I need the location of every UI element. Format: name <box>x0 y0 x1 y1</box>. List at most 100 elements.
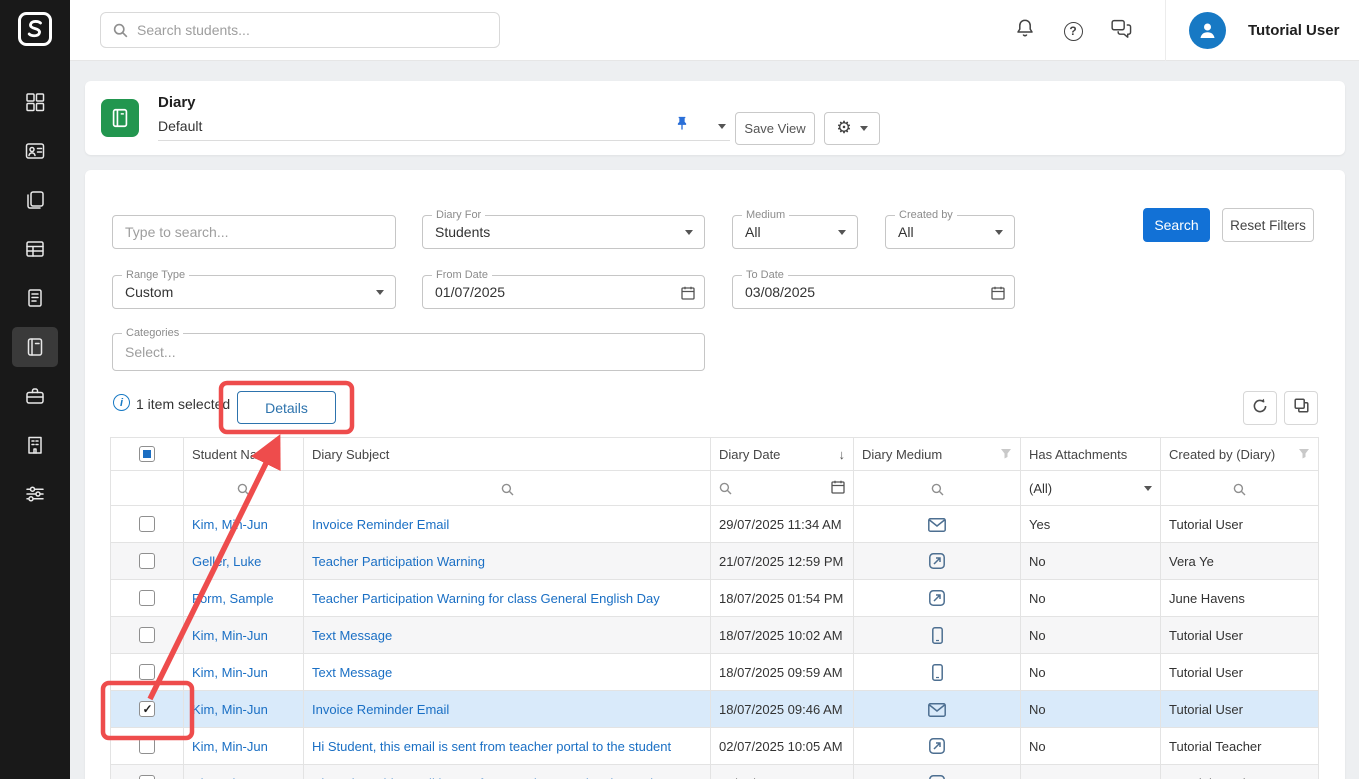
table-row[interactable]: Kim, Min-Jun Hi Student, this email is s… <box>111 728 1319 765</box>
filter-subject-cell[interactable] <box>304 471 711 506</box>
reset-filters-button[interactable]: Reset Filters <box>1222 208 1314 242</box>
sidebar-item-documents[interactable] <box>0 178 70 222</box>
diary-date-cell: 02/07/2025 09:56 AM <box>711 765 854 779</box>
sidebar-item-dashboard[interactable] <box>0 80 70 124</box>
portal-icon <box>929 738 945 754</box>
filter-date-cell[interactable] <box>711 471 854 506</box>
envelope-icon <box>928 518 946 532</box>
diary-subject-link[interactable]: Text Message <box>312 665 392 680</box>
pin-view-button[interactable] <box>674 115 690 137</box>
search-icon <box>113 23 128 38</box>
row-checkbox[interactable] <box>139 590 155 606</box>
sidebar-item-diary[interactable] <box>0 325 70 369</box>
diary-subject-link[interactable]: Invoice Reminder Email <box>312 702 449 717</box>
row-checkbox[interactable] <box>139 738 155 754</box>
sidebar-item-timetable[interactable] <box>0 227 70 271</box>
diary-subject-link[interactable]: Teacher Participation Warning <box>312 554 485 569</box>
row-checkbox[interactable] <box>139 775 155 779</box>
created-by-select[interactable]: Created by All <box>885 215 1015 249</box>
sort-descending-icon[interactable] <box>839 447 846 462</box>
diary-date-cell: 18/07/2025 01:54 PM <box>711 580 854 617</box>
details-button[interactable]: Details <box>237 391 336 424</box>
filter-keyword-input[interactable] <box>112 215 396 249</box>
export-copy-button[interactable] <box>1284 391 1318 425</box>
messages-button[interactable] <box>1106 16 1136 46</box>
diary-date-cell: 18/07/2025 09:59 AM <box>711 654 854 691</box>
filter-funnel-icon[interactable] <box>1298 447 1310 462</box>
diary-medium-cell <box>854 691 1021 728</box>
student-name-cell: Form, Sample <box>184 580 304 617</box>
calendar-icon[interactable] <box>991 286 1005 305</box>
to-date-input[interactable]: To Date 03/08/2025 <box>732 275 1015 309</box>
portal-icon <box>929 775 945 779</box>
calendar-icon[interactable] <box>681 286 695 305</box>
diary-subject-link[interactable]: Hi Student, this email is sent from teac… <box>312 739 671 754</box>
search-icon <box>931 483 944 496</box>
filter-attachments-select[interactable]: (All) <box>1021 471 1161 506</box>
student-name-link[interactable]: Kim, Min-Jun <box>192 776 268 779</box>
student-name-link[interactable]: Kim, Min-Jun <box>192 665 268 680</box>
medium-select[interactable]: Medium All <box>732 215 858 249</box>
row-checkbox[interactable] <box>139 664 155 680</box>
notifications-button[interactable] <box>1010 16 1040 46</box>
diary-subject-cell: Invoice Reminder Email <box>304 691 711 728</box>
sidebar-item-organization[interactable] <box>0 423 70 467</box>
header-has-attachments[interactable]: Has Attachments <box>1021 438 1161 471</box>
sidebar-item-reports[interactable] <box>0 276 70 320</box>
row-checkbox[interactable] <box>139 627 155 643</box>
search-button[interactable]: Search <box>1143 208 1210 242</box>
global-search-input[interactable] <box>137 22 487 38</box>
app-logo[interactable] <box>16 10 54 48</box>
student-name-link[interactable]: Geller, Luke <box>192 554 261 569</box>
student-name-link[interactable]: Kim, Min-Jun <box>192 517 268 532</box>
header-student-name[interactable]: Student Name <box>184 438 304 471</box>
diary-subject-cell: Teacher Participation Warning <box>304 543 711 580</box>
header-diary-subject[interactable]: Diary Subject <box>304 438 711 471</box>
row-checkbox[interactable] <box>139 553 155 569</box>
filter-student-cell[interactable] <box>184 471 304 506</box>
diary-subject-link[interactable]: Text Message <box>312 628 392 643</box>
diary-subject-link[interactable]: Invoice Reminder Email <box>312 517 449 532</box>
filter-funnel-icon[interactable] <box>1000 447 1012 462</box>
diary-subject-link[interactable]: Teacher Participation Warning for class … <box>312 591 660 606</box>
table-row[interactable]: Kim, Min-Jun Invoice Reminder Email 18/0… <box>111 691 1319 728</box>
sidebar-item-settings[interactable] <box>0 472 70 516</box>
filter-createdby-cell[interactable] <box>1161 471 1319 506</box>
table-row[interactable]: Form, Sample Teacher Participation Warni… <box>111 580 1319 617</box>
table-row[interactable]: Kim, Min-Jun Text Message 18/07/2025 09:… <box>111 654 1319 691</box>
header-created-by[interactable]: Created by (Diary) <box>1161 438 1319 471</box>
header-diary-date[interactable]: Diary Date <box>711 438 854 471</box>
student-name-cell: Kim, Min-Jun <box>184 691 304 728</box>
student-name-link[interactable]: Kim, Min-Jun <box>192 739 268 754</box>
sidebar-item-services[interactable] <box>0 374 70 418</box>
row-checkbox[interactable] <box>139 701 155 717</box>
table-row[interactable]: Geller, Luke Teacher Participation Warni… <box>111 543 1319 580</box>
user-name: Tutorial User <box>1248 22 1339 39</box>
table-row[interactable]: Kim, Min-Jun Invoice Reminder Email 29/0… <box>111 506 1319 543</box>
row-checkbox[interactable] <box>139 516 155 532</box>
from-date-input[interactable]: From Date 01/07/2025 <box>422 275 705 309</box>
sidebar-item-students[interactable] <box>0 129 70 173</box>
range-type-select[interactable]: Range Type Custom <box>112 275 396 309</box>
student-name-link[interactable]: Form, Sample <box>192 591 274 606</box>
calendar-icon[interactable] <box>831 480 845 497</box>
search-icon <box>501 483 514 496</box>
view-settings-button[interactable] <box>824 112 880 145</box>
view-selector[interactable]: Default <box>158 114 730 141</box>
student-name-link[interactable]: Kim, Min-Jun <box>192 702 268 717</box>
user-menu[interactable]: Tutorial User <box>1165 0 1339 61</box>
help-button[interactable] <box>1058 16 1088 46</box>
filter-empty-cell <box>111 471 184 506</box>
diary-for-select[interactable]: Diary For Students <box>422 215 705 249</box>
student-name-link[interactable]: Kim, Min-Jun <box>192 628 268 643</box>
diary-subject-link[interactable]: Hi Student, this email is sent from teac… <box>312 776 671 779</box>
table-row[interactable]: Kim, Min-Jun Hi Student, this email is s… <box>111 765 1319 779</box>
header-diary-medium[interactable]: Diary Medium <box>854 438 1021 471</box>
filter-medium-cell[interactable] <box>854 471 1021 506</box>
refresh-button[interactable] <box>1243 391 1277 425</box>
categories-select[interactable]: Categories Select... <box>112 333 705 371</box>
select-all-checkbox[interactable] <box>139 446 155 462</box>
table-row[interactable]: Kim, Min-Jun Text Message 18/07/2025 10:… <box>111 617 1319 654</box>
save-view-button[interactable]: Save View <box>735 112 815 145</box>
select-all-cell <box>111 438 184 471</box>
